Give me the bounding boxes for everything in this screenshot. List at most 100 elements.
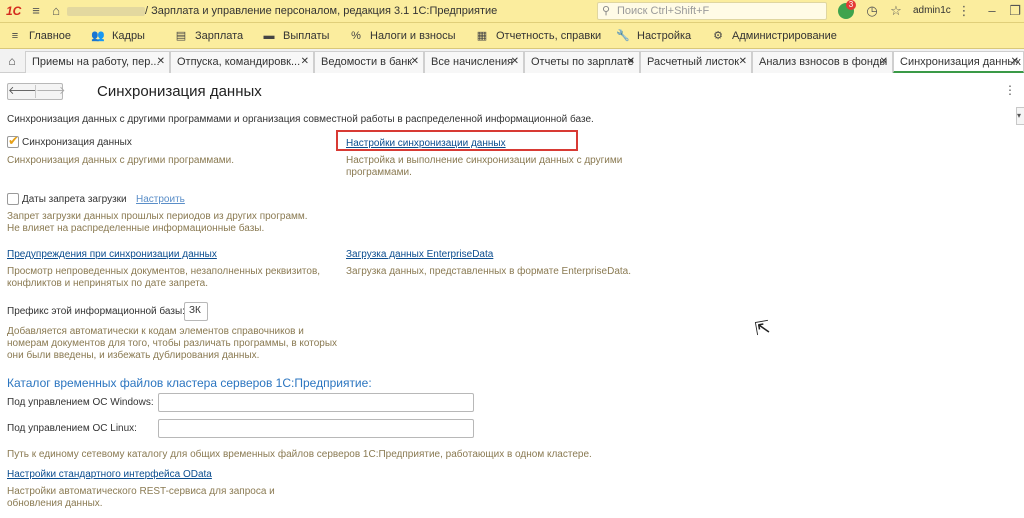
payments-icon: ▬ [263,30,275,42]
gear-icon: ⚙ [713,30,723,42]
tab-data-sync[interactable]: Синхронизация данных ✕ [893,51,1024,73]
tab-label: Приемы на работу, пер... [32,56,160,68]
tab-label: Отчеты по зарплате [531,56,634,68]
sync-warnings-link[interactable]: Предупреждения при синхронизации данных [7,249,217,260]
menu-item-payments[interactable]: ▬ Выплаты [262,23,330,49]
more-actions-icon[interactable]: ⋮ [1004,83,1016,97]
search-icon: ⚲ [602,5,611,17]
prohibit-configure-link[interactable]: Настроить [136,194,185,205]
catalog-description: Путь к единому сетевому каталогу для общ… [7,449,592,460]
menu-item-label: Выплаты [283,30,330,42]
page-intro: Синхронизация данных с другими программа… [7,114,594,125]
menu-item-reports[interactable]: ▦ Отчетность, справки [475,23,601,49]
odata-description-2: обновления данных. [7,498,103,509]
tab-label: Ведомости в банк [321,56,413,68]
percent-icon: % [351,30,361,42]
prohibit-dates-checkbox[interactable] [7,193,19,205]
close-icon[interactable]: ✕ [301,52,309,72]
main-menu-icon[interactable]: ≡ [27,2,45,20]
prefix-field[interactable]: ЗК [184,302,208,321]
tab-label: Отпуска, командировк... [177,56,301,68]
menu-item-label: Отчетность, справки [496,30,602,42]
tab-bank-statements[interactable]: Ведомости в банк ✕ [314,51,424,73]
maximize-icon[interactable]: ❐ [1006,2,1024,20]
odata-settings-link[interactable]: Настройки стандартного интерфейса OData [7,469,212,480]
app-logo: 1С [6,4,22,18]
tab-contributions-analysis[interactable]: Анализ взносов в фонды ✕ [752,51,893,73]
menu-item-main[interactable]: ≡ Главное [8,23,71,49]
sync-settings-link[interactable]: Настройки синхронизации данных [346,138,506,149]
settings-menu-icon[interactable]: ⋮ [955,2,973,20]
page-title: Синхронизация данных [97,83,262,100]
tab-salary-reports[interactable]: Отчеты по зарплате ✕ [524,51,640,73]
menu-item-label: Настройка [637,30,692,42]
menu-item-setup[interactable]: 🔧 Настройка [616,23,691,49]
tab-all-accruals[interactable]: Все начисления ✕ [424,51,524,73]
menu-item-personnel[interactable]: 👥 Кадры [91,23,145,49]
menu-icon: ≡ [11,30,19,42]
windows-path-field[interactable] [158,393,474,412]
close-icon[interactable]: ✕ [1011,52,1019,71]
favorites-icon[interactable]: ☆ [887,2,905,20]
search-input[interactable]: ⚲ Поиск Ctrl+Shift+F [597,2,827,20]
home-page-icon[interactable]: ⌂ [0,49,24,73]
prohibit-dates-label: Даты запрета загрузки [22,194,127,205]
menu-item-label: Главное [29,30,72,42]
user-name[interactable]: admin1c [913,5,951,16]
close-icon[interactable]: ✕ [739,52,747,72]
close-icon[interactable]: ✕ [880,52,888,72]
menu-item-salary[interactable]: ▤ Зарплата [174,23,243,49]
menu-item-label: Зарплата [195,30,244,42]
warnings-description-2: конфликтов и непринятых по дате запрета. [7,278,209,289]
history-icon[interactable]: ◷ [863,2,881,20]
prohibit-description-2: Не влияет на распределенные информационн… [7,223,265,234]
sync-settings-description-1: Настройка и выполнение синхронизации дан… [346,155,623,166]
minimize-icon[interactable]: – [983,2,1001,20]
mouse-cursor-icon: ⇱ [753,316,772,340]
reports-icon: ▦ [476,30,488,42]
windows-label: Под управлением ОС Windows: [7,397,154,408]
wrench-icon: 🔧 [616,30,630,42]
enterprise-data-link[interactable]: Загрузка данных EnterpriseData [346,249,493,260]
tab-label: Расчетный листок [647,56,740,68]
menu-item-label: Кадры [112,30,145,42]
tab-hiring[interactable]: Приемы на работу, пер... ✕ [25,51,170,73]
sync-checkbox[interactable]: ✔ [7,133,19,148]
open-tabs: ⌂ Приемы на работу, пер... ✕ Отпуска, ком… [0,49,1024,73]
tab-label: Все начисления [431,56,514,68]
tab-payslip[interactable]: Расчетный листок ✕ [640,51,752,73]
notifications-badge: 3 [846,0,856,10]
navigation-buttons: 🡐 🡒 [7,83,66,100]
prefix-label: Префикс этой информационной базы: [7,306,185,317]
menu-item-label: Налоги и взносы [370,30,456,42]
sync-description: Синхронизация данных с другими программа… [7,155,235,166]
people-icon: 👥 [91,30,105,42]
menu-item-taxes[interactable]: % Налоги и взносы [349,23,456,49]
wallet-icon: ▤ [175,30,187,42]
close-icon[interactable]: ✕ [157,52,165,72]
menu-item-label: Администрирование [732,30,837,42]
search-placeholder: Поиск Ctrl+Shift+F [617,5,710,17]
tab-vacations[interactable]: Отпуска, командировк... ✕ [170,51,314,73]
blurred-base-name [67,7,145,16]
sync-settings-description-2: программами. [346,167,412,178]
menu-item-administration[interactable]: ⚙ Администрирование [711,23,837,49]
tab-label: Синхронизация данных [900,56,1021,68]
linux-path-field[interactable] [158,419,474,438]
catalog-heading: Каталог временных файлов кластера сервер… [7,376,372,390]
home-icon[interactable]: ⌂ [47,2,65,20]
close-icon[interactable]: ✕ [627,52,635,72]
close-icon[interactable]: ✕ [511,52,519,72]
back-arrow-icon[interactable]: 🡐 [8,84,38,99]
prefix-description-2: номерам документов для того, чтобы разли… [7,338,338,349]
checkmark-icon: ✔ [8,133,19,148]
app-title: / Зарплата и управление персоналом, реда… [145,5,498,17]
warnings-description-1: Просмотр непроведенных документов, незап… [7,266,321,277]
forward-arrow-icon[interactable]: 🡒 [36,84,66,99]
prefix-description-1: Добавляется автоматически к кодам элемен… [7,326,304,337]
title-bar: 1С ≡ ⌂ / Зарплата и управление персонало… [0,0,1024,23]
panel-toggle-icon[interactable]: ▾ [1016,107,1024,125]
close-icon[interactable]: ✕ [411,52,419,72]
linux-label: Под управлением ОС Linux: [7,423,137,434]
tab-label: Анализ взносов в фонды [759,56,888,68]
